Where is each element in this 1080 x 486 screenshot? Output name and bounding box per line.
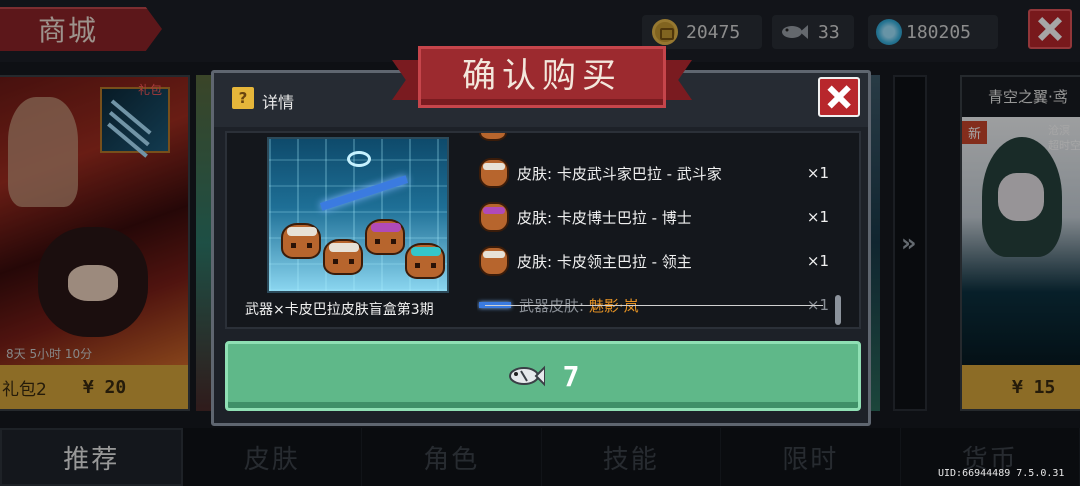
item-quantity: ×1 <box>806 164 829 182</box>
item-name: 皮肤: 卡皮领主巴拉 - 领主 <box>517 252 692 271</box>
item-name: 皮肤: 卡皮武斗家巴拉 - 武斗家 <box>517 164 722 183</box>
details-label: 详情 <box>262 93 295 112</box>
buy-price: 7 <box>562 359 580 393</box>
item-quantity: ×1 <box>806 252 829 270</box>
capybara-sprite <box>405 243 445 279</box>
buy-button[interactable]: 7 <box>225 341 861 411</box>
uid-label: UID:66944489 7.5.0.31 <box>938 468 1065 479</box>
scrollbar[interactable] <box>835 295 841 325</box>
list-item: 皮肤: 卡皮武斗家巴拉 - 武斗家 ×1 <box>477 153 837 193</box>
bundle-name: 武器×卡皮巴拉皮肤盲盒第3期 <box>245 302 434 318</box>
close-dialog-button[interactable] <box>818 77 860 117</box>
item-name: 皮肤: 卡皮博士巴拉 - 博士 <box>517 208 692 227</box>
dialog-title: 确认购买 <box>418 46 666 108</box>
capybara-icon <box>479 202 509 232</box>
eye-emblem <box>347 151 371 167</box>
dialog-title-banner: 确认购买 <box>392 44 692 118</box>
capybara-sprite <box>281 223 321 259</box>
question-icon: ? <box>232 87 254 109</box>
close-icon <box>820 79 858 115</box>
bundle-item-list[interactable]: 皮肤: 卡皮武斗家巴拉 - 武斗家 ×1 皮肤: 卡皮博士巴拉 - 博士 ×1 … <box>477 133 847 327</box>
fish-icon <box>508 365 545 387</box>
dialog-content: 武器×卡皮巴拉皮肤盲盒第3期 皮肤: 卡皮武斗家巴拉 - 武斗家 ×1 皮肤: … <box>225 131 861 329</box>
strikethrough-line <box>485 305 823 306</box>
list-item: 皮肤: 卡皮博士巴拉 - 博士 ×1 <box>477 197 837 237</box>
capybara-icon <box>479 246 509 276</box>
list-item: 皮肤: 卡皮领主巴拉 - 领主 ×1 <box>477 241 837 281</box>
item-quantity: ×1 <box>806 208 829 226</box>
confirm-purchase-dialog: ? 详情 武器×卡皮巴拉皮肤盲盒第3期 皮肤: 卡皮武斗家巴拉 - 武斗家 ×1 <box>211 70 871 426</box>
bundle-image <box>267 137 449 293</box>
capybara-icon <box>479 133 507 141</box>
capybara-sprite <box>365 219 405 255</box>
list-item: 武器皮肤: 魅影·岚 ×1 <box>477 285 837 325</box>
capybara-sprite <box>323 239 363 275</box>
capybara-icon <box>479 158 509 188</box>
